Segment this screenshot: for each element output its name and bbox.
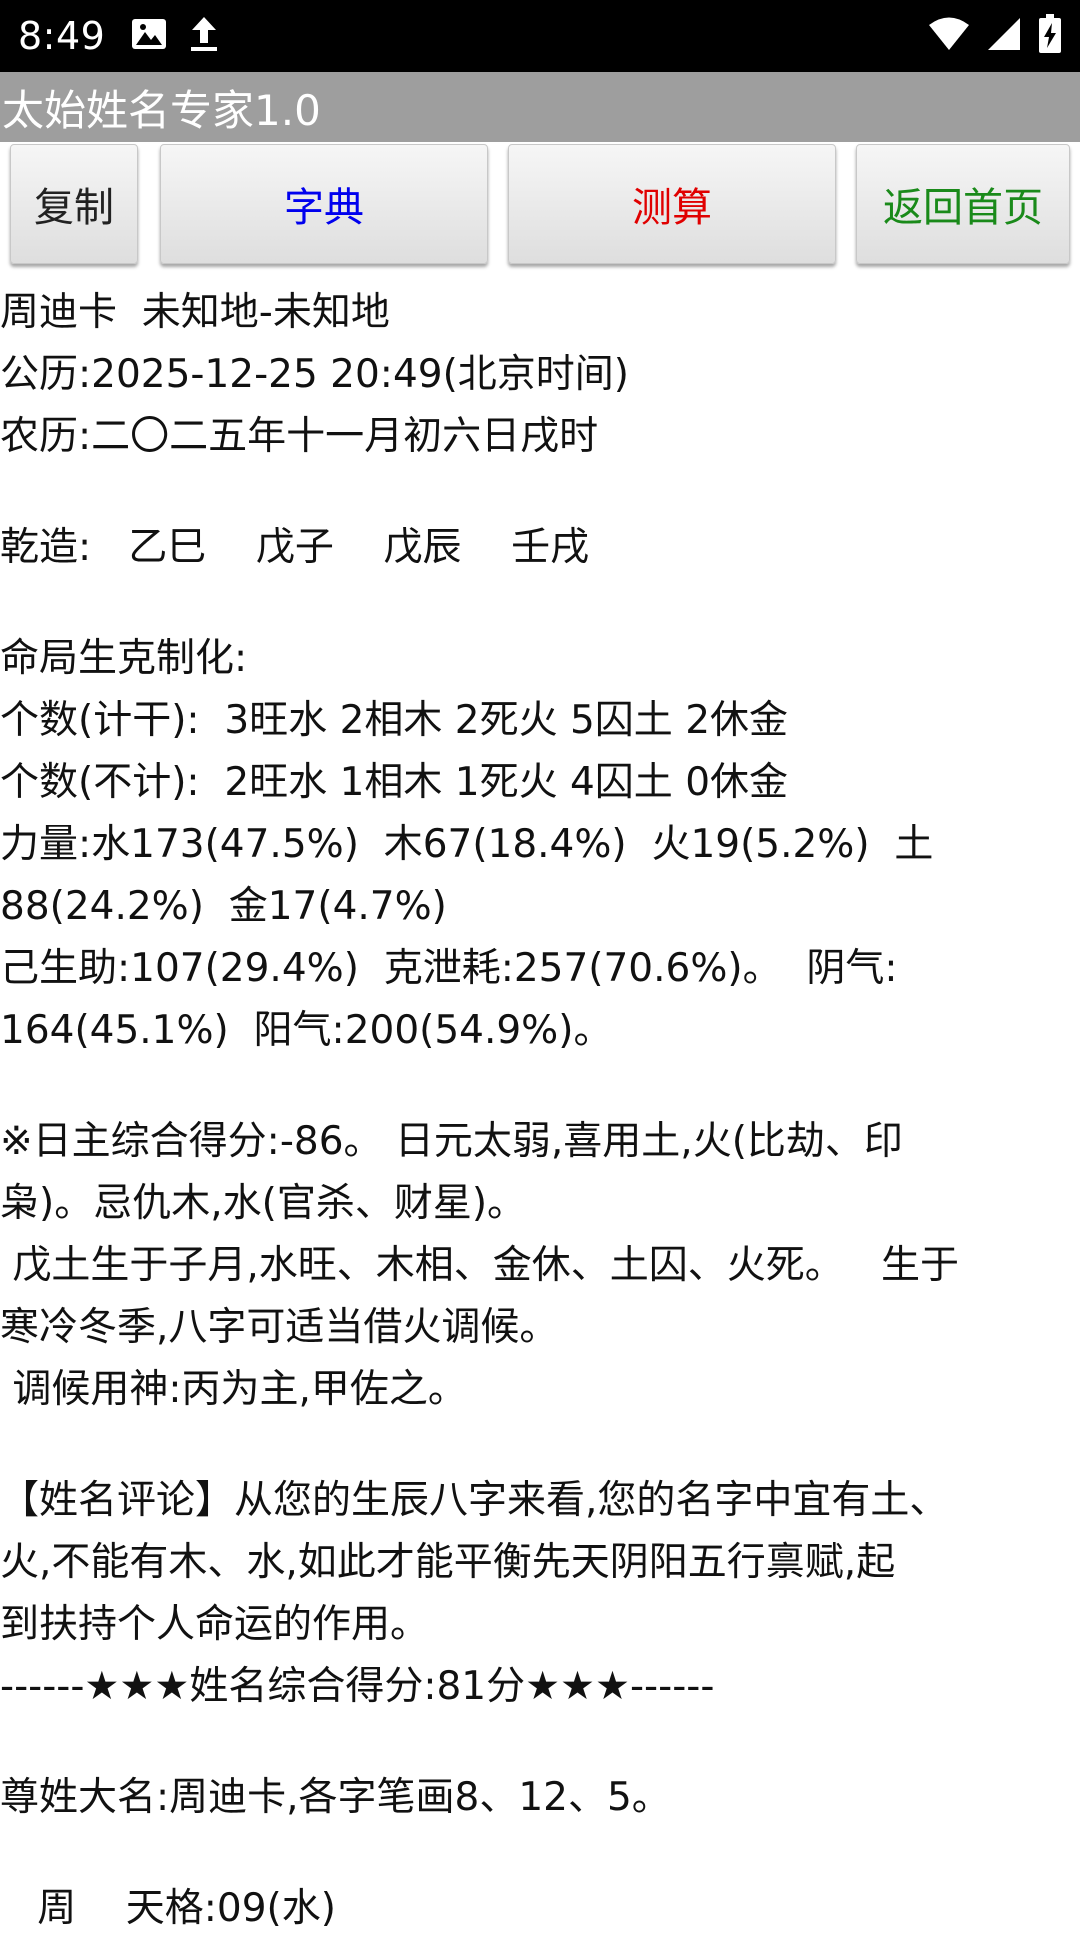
calculate-button[interactable]: 测算 [508, 144, 836, 264]
support-line-cont: 164(45.1%) 阳气:200(54.9%)。 [0, 1008, 613, 1053]
season-line: 戊土生于子月,水旺、木相、金休、土囚、火死。 生于 [0, 1243, 959, 1288]
app-title: 太始姓名专家1.0 [2, 85, 321, 135]
name-comment-line-3: 到扶持个人命运的作用。 [0, 1602, 430, 1647]
support-line: 己生助:107(29.4%) 克泄耗:257(70.6%)。 阴气: [0, 946, 898, 991]
toolbar: 复制 字典 测算 返回首页 [0, 142, 1080, 272]
name-place-line: 周迪卡 未知地-未知地 [0, 290, 390, 335]
copy-button[interactable]: 复制 [10, 144, 138, 264]
heaven-grid-line: 周 天格:09(水) [0, 1886, 336, 1931]
strength-line-cont: 88(24.2%) 金17(4.7%) [0, 884, 447, 929]
status-time: 8:49 [18, 14, 106, 58]
status-bar: 8:49 [0, 0, 1080, 72]
lunar-date-line: 农历:二〇二五年十一月初六日戌时 [0, 414, 599, 459]
day-master-score-line: ※日主综合得分:-86。 日元太弱,喜用土,火(比劫、印 [0, 1119, 903, 1164]
name-strokes-line: 尊姓大名:周迪卡,各字笔画8、12、5。 [0, 1775, 671, 1820]
wifi-icon [928, 16, 970, 56]
strength-line: 力量:水173(47.5%) 木67(18.4%) 火19(5.2%) 土 [0, 822, 934, 867]
signal-icon [986, 16, 1022, 56]
adjust-god-line: 调候用神:丙为主,甲佐之。 [0, 1367, 467, 1412]
analysis-heading: 命局生克制化: [0, 636, 248, 681]
count-with-stems-line: 个数(计干): 3旺水 2相木 2死火 5囚土 2休金 [0, 698, 789, 743]
season-line-cont: 寒冷冬季,八字可适当借火调候。 [0, 1305, 559, 1350]
name-comment-line: 【姓名评论】从您的生辰八字来看,您的名字中宜有土、 [0, 1478, 949, 1523]
name-total-score-line: ------★★★姓名综合得分:81分★★★------ [0, 1664, 715, 1709]
solar-date-line: 公历:2025-12-25 20:49(北京时间) [0, 352, 630, 397]
upload-icon [189, 15, 219, 57]
bazi-line: 乾造: 乙巳 戊子 戊辰 壬戌 [0, 525, 590, 570]
battery-charging-icon [1038, 14, 1062, 58]
name-comment-line-2: 火,不能有木、水,如此才能平衡先天阴阳五行禀赋,起 [0, 1540, 896, 1585]
count-without-stems-line: 个数(不计): 2旺水 1相木 1死火 4囚土 0休金 [0, 760, 789, 805]
home-button[interactable]: 返回首页 [856, 144, 1070, 264]
app-title-bar: 太始姓名专家1.0 [0, 72, 1080, 142]
image-notification-icon [131, 18, 167, 54]
dictionary-button[interactable]: 字典 [160, 144, 488, 264]
day-master-score-line-cont: 枭)。忌仇木,水(官杀、财星)。 [0, 1181, 527, 1226]
result-content: 周迪卡 未知地-未知地 公历:2025-12-25 20:49(北京时间) 农历… [0, 282, 1080, 1940]
